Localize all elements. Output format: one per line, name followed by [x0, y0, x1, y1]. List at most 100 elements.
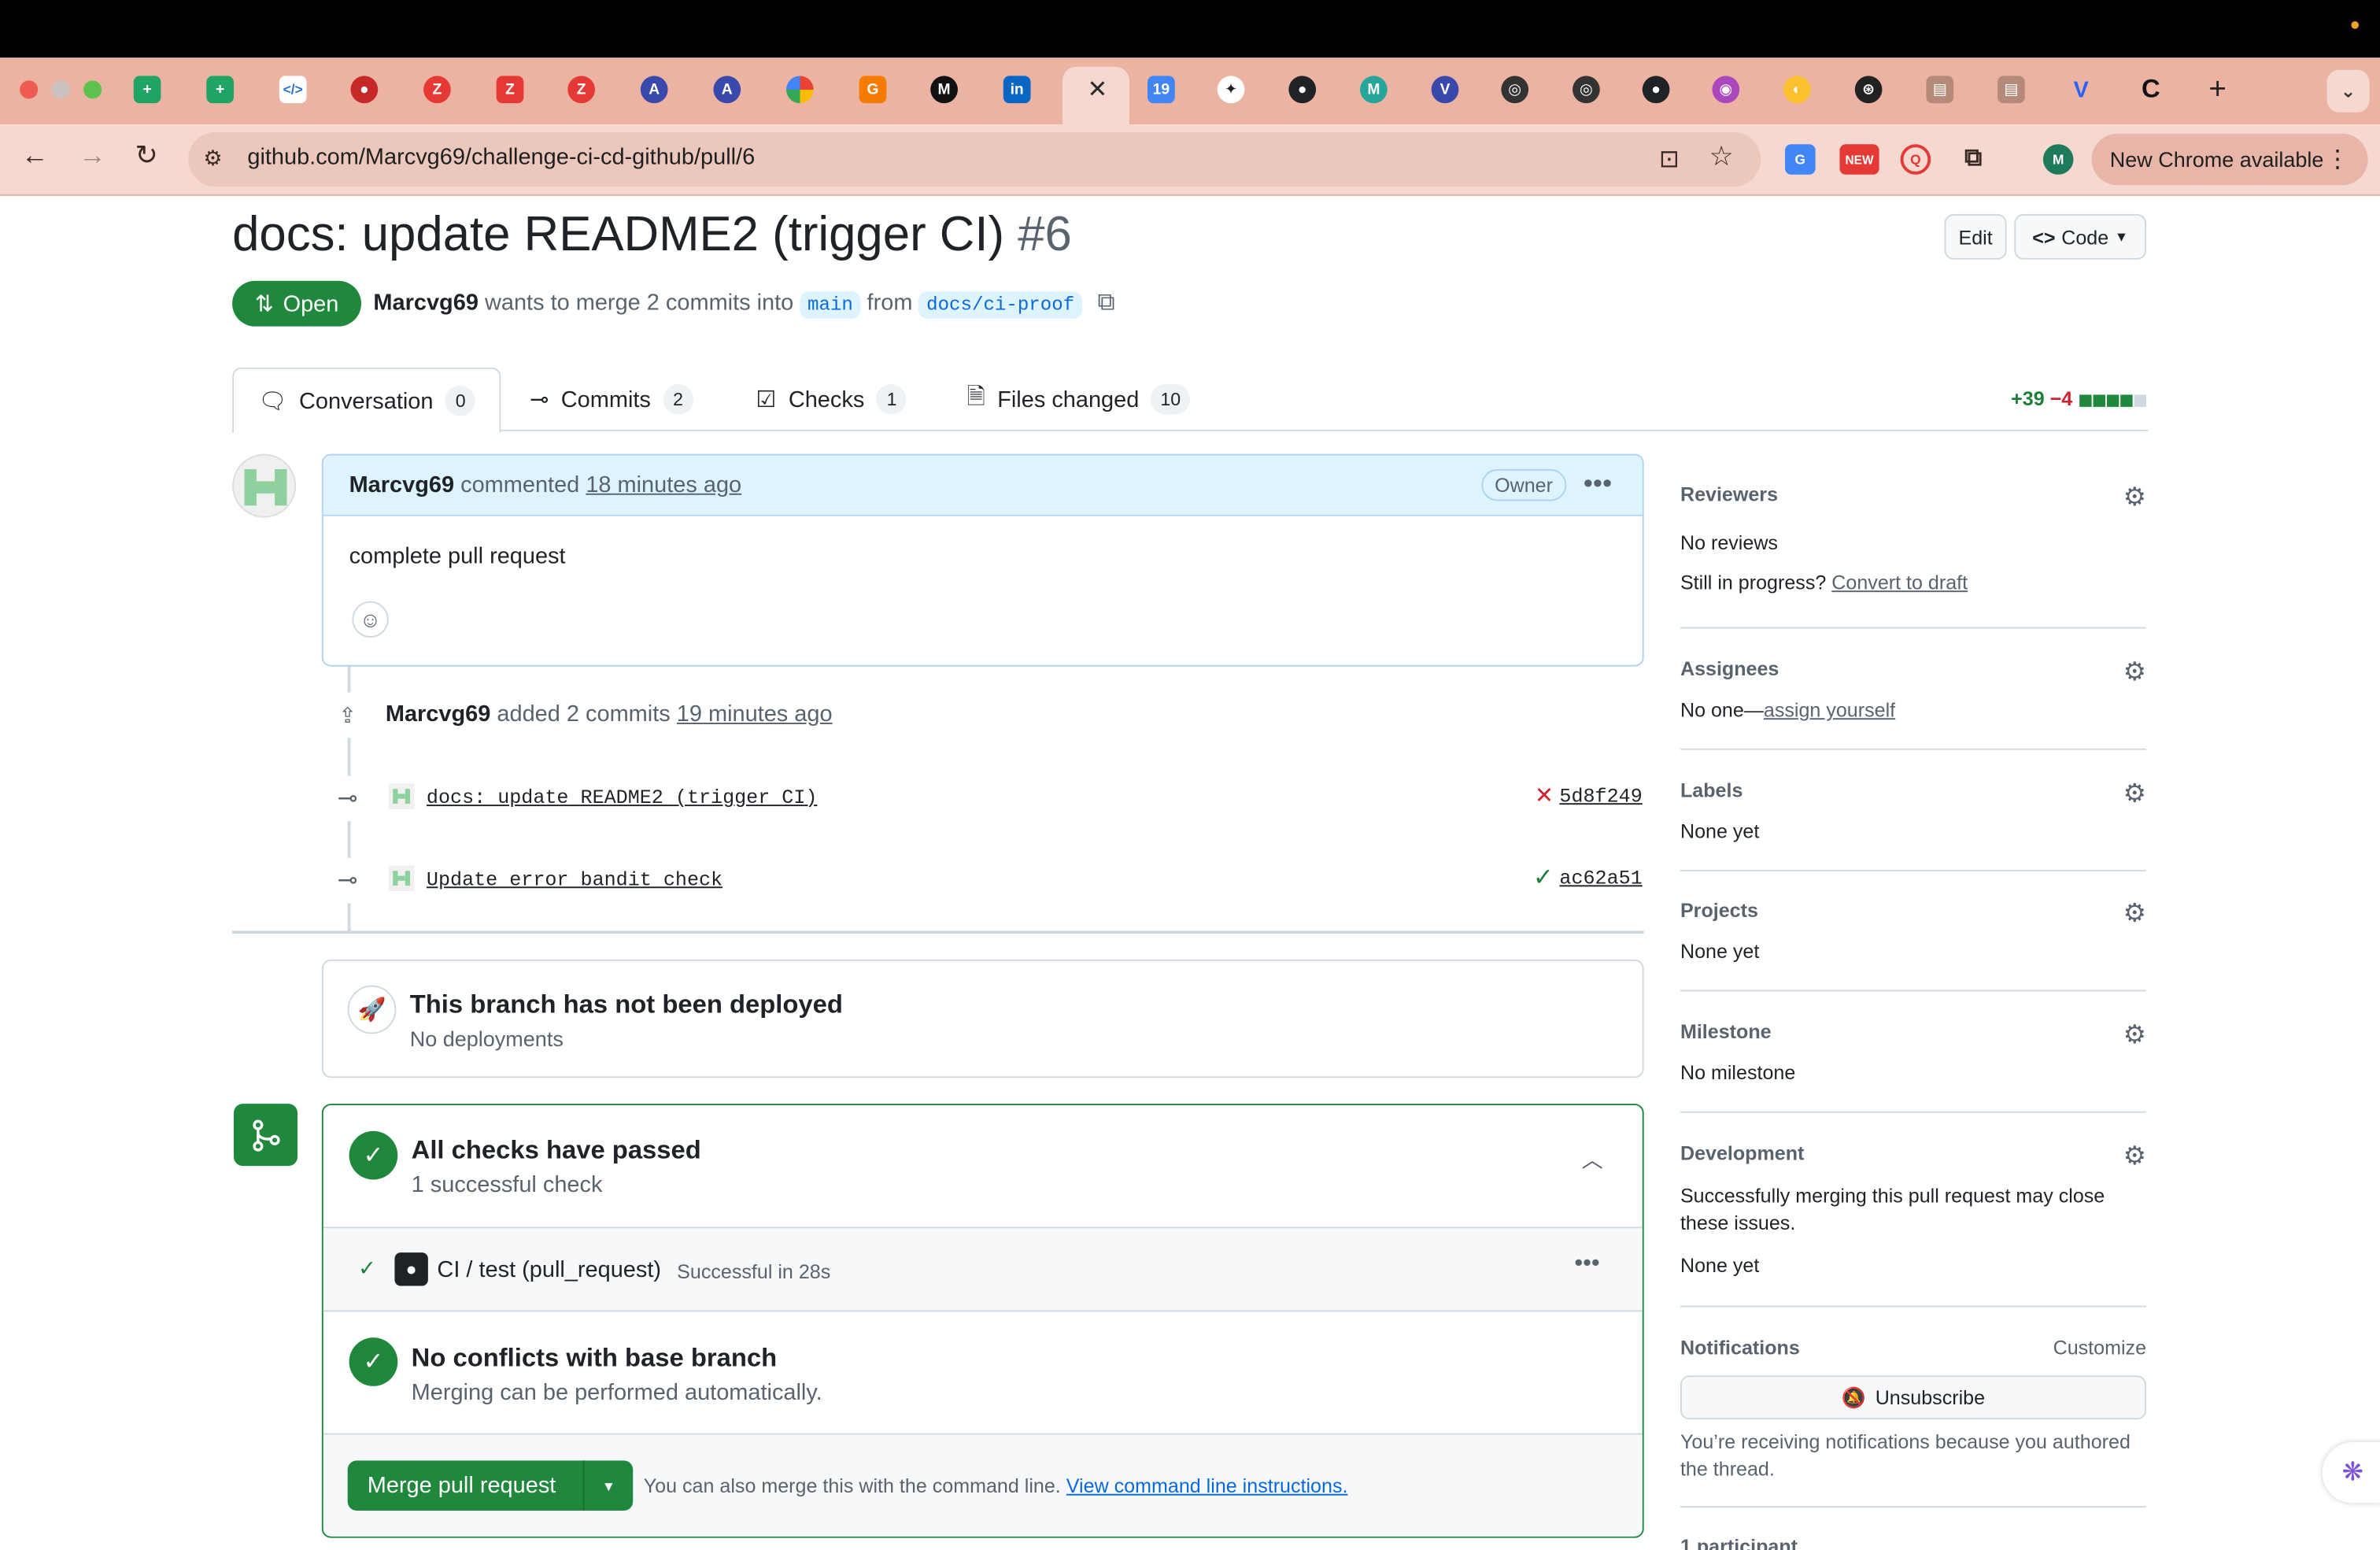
app-tab-icon-15[interactable]: ▤ — [1926, 76, 1954, 104]
tab-commits[interactable]: ⊸ Commits 2 — [530, 368, 693, 431]
gear-icon[interactable]: ⚙ — [2123, 1020, 2146, 1051]
from-text: from — [867, 290, 913, 316]
sidebar-heading[interactable]: Reviewers — [1680, 483, 2146, 505]
code-button[interactable]: <> Code ▼ — [2014, 213, 2147, 260]
event-time[interactable]: 19 minutes ago — [677, 701, 833, 727]
avatar[interactable] — [232, 453, 297, 518]
close-window-button[interactable] — [20, 80, 39, 99]
check-job-name[interactable]: CI / test (pull_request) — [437, 1257, 661, 1283]
minimize-window-button[interactable] — [51, 80, 70, 99]
app-tab-icon-4[interactable]: Z — [567, 76, 596, 104]
event-author[interactable]: Marcvg69 — [386, 701, 490, 727]
calendar-tab-icon[interactable]: 19 — [1148, 76, 1175, 104]
sidebar-heading[interactable]: Labels — [1680, 779, 2146, 801]
failure-x-icon[interactable]: ✕ — [1535, 782, 1554, 809]
maximize-window-button[interactable] — [83, 80, 102, 99]
app-tab-icon-14[interactable]: ◐ — [1783, 76, 1811, 104]
app-tab-icon-16[interactable]: ▤ — [1998, 76, 2025, 104]
gear-icon[interactable]: ⚙ — [2123, 483, 2146, 513]
linkedin-tab-icon[interactable]: in — [1003, 76, 1031, 104]
translate-extension-icon[interactable]: G — [1785, 144, 1816, 175]
extension-icon[interactable]: Q — [1900, 144, 1931, 175]
commit-sha[interactable]: 5d8f249 — [1559, 785, 1642, 808]
app-tab-icon-13[interactable]: ◉ — [1712, 76, 1740, 104]
sheets-tab-icon-2[interactable]: + — [206, 76, 235, 104]
app-tab-icon-2[interactable]: Z — [423, 76, 451, 104]
comment-time[interactable]: 18 minutes ago — [586, 472, 741, 498]
sidebar-heading[interactable]: Milestone — [1680, 1020, 2146, 1043]
github-actions-icon: ● — [394, 1252, 428, 1286]
gear-icon[interactable]: ⚙ — [2123, 1141, 2146, 1172]
github-tab-icon-2[interactable]: ● — [1642, 76, 1670, 104]
diffstat-block — [2120, 394, 2133, 407]
gear-icon[interactable]: ⚙ — [2123, 657, 2146, 688]
app-tab-icon-7[interactable] — [786, 76, 814, 104]
app-tab-icon-5[interactable]: A — [640, 76, 668, 104]
check-run-row[interactable]: ✓ ● CI / test (pull_request) Successful … — [323, 1226, 1643, 1312]
gear-icon[interactable]: ⚙ — [2123, 899, 2146, 930]
head-branch[interactable]: docs/ci-proof — [918, 291, 1082, 320]
edit-button[interactable]: Edit — [1944, 213, 2007, 260]
openai-tab-icon[interactable]: ⊛ — [1854, 76, 1883, 104]
back-button[interactable]: ← — [21, 139, 49, 172]
github-tab-icon[interactable]: ● — [1288, 76, 1317, 104]
collapse-chevron-icon[interactable]: ︿ — [1582, 1145, 1603, 1175]
app-tab-icon-3[interactable]: Z — [496, 76, 524, 104]
close-tab-icon[interactable]: ✕ — [1084, 76, 1111, 103]
success-check-icon[interactable]: ✓ — [1533, 862, 1554, 893]
tab-search-button[interactable]: ⌄ — [2326, 69, 2370, 113]
tab-conversation[interactable]: 🗨 Conversation 0 — [232, 367, 502, 433]
check-options-icon[interactable]: ••• — [1574, 1251, 1599, 1278]
comment-author[interactable]: Marcvg69 — [349, 472, 454, 498]
reload-button[interactable]: ↻ — [135, 139, 158, 172]
commit-message[interactable]: Update error bandit check — [427, 868, 722, 891]
new-tab-button[interactable]: + — [2204, 72, 2231, 105]
app-tab-icon-9[interactable]: M — [1360, 76, 1388, 104]
new-extension-icon[interactable]: NEW — [1839, 144, 1879, 175]
sheets-tab-icon[interactable]: + — [133, 76, 161, 104]
convert-to-draft-link[interactable]: Convert to draft — [1831, 571, 1968, 594]
merge-pull-request-button[interactable]: Merge pull request ▼ — [347, 1460, 634, 1511]
app-tab-icon-12[interactable]: ◎ — [1572, 76, 1600, 104]
sidebar-heading[interactable]: Assignees — [1680, 657, 2146, 680]
app-tab-icon-17[interactable]: V — [2068, 76, 2095, 103]
tab-files-changed[interactable]: 🗎 Files changed 10 — [967, 368, 1190, 431]
app-tab-icon-10[interactable]: V — [1431, 76, 1459, 104]
medium-tab-icon[interactable]: M — [930, 76, 958, 104]
chrome-update-button[interactable]: New Chrome available ⋮ — [2091, 133, 2368, 186]
app-tab-icon-18[interactable]: C — [2137, 75, 2164, 104]
add-reaction-icon[interactable]: ☺ — [352, 601, 389, 638]
sidebar-heading[interactable]: Development — [1680, 1141, 2146, 1164]
profile-avatar[interactable]: M — [2042, 144, 2074, 175]
unsubscribe-button[interactable]: 🔕 Unsubscribe — [1680, 1375, 2147, 1420]
extensions-puzzle-icon[interactable]: ⧉ — [1958, 144, 1989, 175]
gemini-tab-icon[interactable]: ✦ — [1217, 76, 1245, 104]
tab-checks[interactable]: ☑ Checks 1 — [756, 368, 907, 431]
customize-link[interactable]: Customize — [2053, 1336, 2146, 1359]
app-tab-icon-6[interactable]: A — [713, 76, 741, 104]
command-line-link[interactable]: View command line instructions. — [1066, 1474, 1348, 1497]
url-text[interactable]: github.com/Marcvg69/challenge-ci-cd-gith… — [247, 144, 755, 170]
commit-sha[interactable]: ac62a51 — [1559, 867, 1642, 890]
base-branch[interactable]: main — [800, 291, 861, 320]
sidebar-heading[interactable]: Projects — [1680, 899, 2146, 922]
merge-options-dropdown[interactable]: ▼ — [582, 1460, 634, 1511]
commit-message[interactable]: docs: update README2 (trigger CI) — [427, 786, 818, 809]
copy-icon[interactable]: ⧉ — [1097, 290, 1114, 316]
forward-button[interactable]: → — [79, 139, 106, 172]
app-tab-icon-11[interactable]: ◎ — [1501, 76, 1529, 104]
brain-extension-icon[interactable]: ❋ — [2322, 1442, 2380, 1504]
commit-message-link[interactable]: Update error bandit check — [427, 867, 722, 891]
assign-yourself-link[interactable]: assign yourself — [1764, 698, 1895, 721]
commit-message-link[interactable]: docs: update README2 (trigger CI) — [427, 785, 818, 809]
code-tab-icon[interactable]: </> — [279, 76, 307, 104]
bookmark-star-icon[interactable]: ☆ — [1709, 141, 1734, 173]
gear-icon[interactable]: ⚙ — [2123, 779, 2146, 809]
app-tab-icon-8[interactable]: G — [859, 76, 887, 104]
chrome-menu-icon[interactable]: ⋮ — [2326, 144, 2350, 175]
install-app-icon[interactable]: ⊡ — [1659, 144, 1680, 175]
app-tab-icon[interactable]: ● — [350, 76, 379, 104]
site-info-icon[interactable]: ⚙ — [203, 146, 222, 172]
pr-author-link[interactable]: Marcvg69 — [373, 290, 478, 316]
comment-options-icon[interactable]: ••• — [1584, 468, 1612, 500]
